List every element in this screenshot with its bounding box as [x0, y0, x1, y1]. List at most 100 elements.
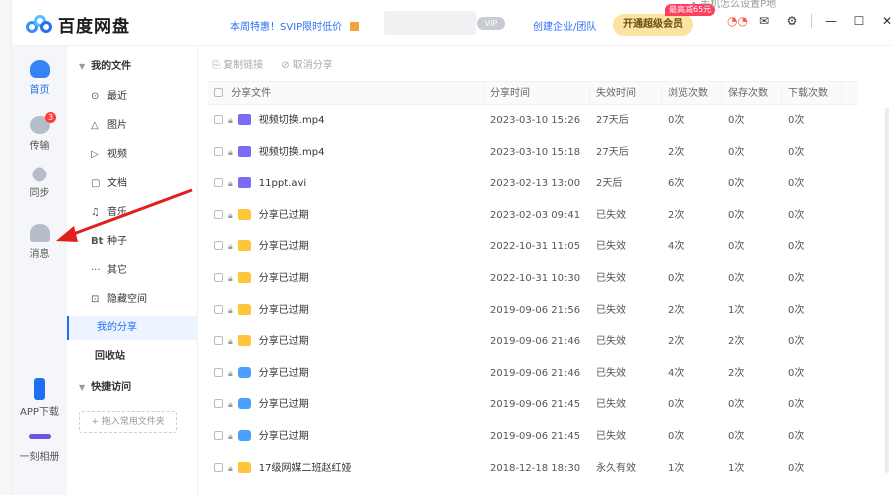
header-views[interactable]: 浏览次数: [662, 82, 722, 104]
rail-item-message[interactable]: 消息: [12, 224, 67, 260]
select-all-checkbox[interactable]: [214, 88, 223, 97]
nav-my-share[interactable]: 我的分享: [67, 316, 198, 340]
rail-item-home[interactable]: 首页: [12, 60, 67, 96]
cell-file-name[interactable]: 🔒︎ 分享已过期: [208, 295, 484, 327]
row-checkbox[interactable]: [214, 146, 223, 156]
nav-item-recent[interactable]: ⊙ 最近: [67, 85, 198, 109]
rail-item-transfer[interactable]: 3 传输: [12, 112, 67, 152]
message-icon: [29, 224, 50, 242]
maximize-icon[interactable]: ☐: [850, 14, 868, 28]
cell-file-name[interactable]: 🔒︎ 视频切换.mp4: [208, 105, 484, 137]
document-icon: ▢: [91, 178, 101, 189]
folder-file-icon: [237, 461, 251, 473]
baidu-netdisk-logo-icon: [26, 14, 52, 35]
nav-item-images[interactable]: △ 图片: [67, 114, 198, 138]
table-row[interactable]: 🔒︎ 11ppt.avi 2023-02-13 13:00 2天后 6次 0次 0次: [208, 168, 858, 200]
cell-views: 0次: [668, 399, 685, 411]
nav-item-music[interactable]: ♫ 音乐: [67, 201, 198, 225]
row-checkbox[interactable]: [214, 399, 223, 409]
row-checkbox[interactable]: [214, 115, 223, 124]
row-checkbox[interactable]: [214, 367, 223, 377]
cell-views: 0次: [668, 430, 685, 442]
row-checkbox[interactable]: [214, 336, 223, 346]
nav-item-videos[interactable]: ▷ 视频: [67, 143, 198, 167]
cell-file-name[interactable]: 🔒︎ 11ppt.avi: [208, 168, 484, 200]
cell-file-name[interactable]: 🔒︎ 分享已过期: [208, 231, 484, 263]
home-icon: [29, 60, 50, 78]
rail-item-album[interactable]: 一刻相册: [12, 434, 67, 463]
lock-icon: 🔒︎: [228, 179, 233, 190]
table-row[interactable]: 🔒︎ 分享已过期 2022-10-31 11:05 已失效 4次 0次 0次: [208, 231, 858, 263]
username-area[interactable]: [384, 11, 476, 35]
close-icon[interactable]: ✕: [878, 14, 891, 28]
table-row[interactable]: 🔒︎ 分享已过期 2019-09-06 21:45 已失效 0次 0次 0次: [208, 389, 858, 421]
create-enterprise-link[interactable]: 创建企业/团队: [533, 18, 596, 33]
file-nav-panel: ▼ 我的文件 ⊙ 最近 △ 图片 ▷ 视频 ▢ 文档 ♫ 音乐 Bt 种子 ··· 其它 ⊡ 隐藏…: [67, 46, 198, 495]
table-row[interactable]: 🔒︎ 分享已过期 2023-02-03 09:41 已失效 2次 0次 0次: [208, 200, 858, 232]
cell-share-time: 2019-09-06 21:45: [490, 399, 581, 411]
header-saves[interactable]: 保存次数: [722, 82, 782, 104]
cell-file-name[interactable]: 🔒︎ 17级网媒二班赵红娅: [208, 453, 484, 485]
copy-link-button[interactable]: ⎘ 复制链接: [212, 56, 263, 71]
cell-file-name[interactable]: 🔒︎ 视频切换.mp4: [208, 137, 484, 169]
row-checkbox[interactable]: [214, 272, 223, 282]
table-row[interactable]: 🔒︎ 分享已过期 2019-09-06 21:56 已失效 2次 1次 0次: [208, 295, 858, 327]
cancel-share-button[interactable]: ⊘ 取消分享: [281, 56, 333, 71]
table-row[interactable]: 🔒︎ 分享已过期 2019-09-06 21:46 已失效 4次 2次 0次: [208, 358, 858, 390]
caret-down-icon: ▼: [79, 383, 86, 392]
header-share-time[interactable]: 分享时间: [484, 82, 590, 104]
table-row[interactable]: 🔒︎ 17级网媒二班赵红娅 2018-12-18 18:30 永久有效 1次 1次 0次: [208, 453, 858, 485]
table-row[interactable]: 🔒︎ 分享已过期 2022-10-31 10:30 已失效 0次 0次 0次: [208, 263, 858, 295]
row-checkbox[interactable]: [214, 304, 223, 314]
cell-share-time: 2019-09-06 21:46: [490, 336, 581, 348]
cell-share-time: 2022-10-31 11:05: [490, 241, 581, 253]
cell-expire: 已失效: [596, 336, 626, 348]
header-expire-time[interactable]: 失效时间: [590, 82, 662, 104]
image-icon: △: [91, 120, 99, 131]
mail-icon[interactable]: ✉: [755, 14, 773, 28]
header-file-name[interactable]: 分享文件: [208, 82, 484, 104]
game-icon[interactable]: ◔◔: [727, 14, 748, 28]
cell-saves: 0次: [728, 115, 745, 126]
share-toolbar: ⎘ 复制链接 ⊘ 取消分享: [212, 56, 333, 71]
sync-icon: [30, 165, 49, 184]
add-quick-folder-dropzone[interactable]: + 拖入常用文件夹: [79, 411, 177, 433]
nav-item-hidden-space[interactable]: ⊡ 隐藏空间: [67, 288, 198, 312]
table-row[interactable]: 🔒︎ 分享已过期 2019-09-06 21:46 已失效 2次 2次 0次: [208, 326, 858, 358]
table-body: 🔒︎ 视频切换.mp4 2023-03-10 15:26 27天后 0次 0次 0次 🔒︎ 视频…: [208, 105, 858, 484]
table-row[interactable]: 🔒︎ 视频切换.mp4 2023-03-10 15:18 27天后 2次 0次 0次: [208, 137, 858, 169]
hidden-space-icon: ⊡: [91, 294, 100, 305]
cell-file-name[interactable]: 🔒︎ 分享已过期: [208, 263, 484, 295]
nav-quick-access[interactable]: ▼ 快捷访问: [67, 376, 198, 400]
cell-downloads: 0次: [788, 304, 805, 316]
cell-file-name[interactable]: 🔒︎ 分享已过期: [208, 200, 484, 232]
folder-file-icon: [237, 240, 251, 252]
row-checkbox[interactable]: [214, 178, 223, 188]
cell-views: 4次: [668, 241, 685, 253]
rail-item-app-download[interactable]: APP下载: [12, 378, 67, 418]
header-downloads[interactable]: 下载次数: [782, 82, 842, 104]
cell-file-name[interactable]: 🔒︎ 分享已过期: [208, 389, 484, 421]
torrent-icon: Bt: [91, 236, 104, 247]
nav-item-docs[interactable]: ▢ 文档: [67, 172, 198, 196]
row-checkbox[interactable]: [214, 241, 223, 251]
table-row[interactable]: 🔒︎ 分享已过期 2019-09-06 21:45 已失效 0次 0次 0次: [208, 421, 858, 453]
nav-item-torrents[interactable]: Bt 种子: [67, 230, 198, 254]
nav-my-files[interactable]: ▼ 我的文件: [67, 55, 198, 79]
table-row[interactable]: 🔒︎ 视频切换.mp4 2023-03-10 15:26 27天后 0次 0次 0次: [208, 105, 858, 137]
cell-file-name[interactable]: 🔒︎ 分享已过期: [208, 326, 484, 358]
settings-icon[interactable]: ⚙: [783, 14, 801, 28]
row-checkbox[interactable]: [214, 209, 223, 219]
row-checkbox[interactable]: [214, 462, 223, 472]
cell-file-name[interactable]: 🔒︎ 分享已过期: [208, 358, 484, 390]
minimize-icon[interactable]: —: [822, 14, 840, 28]
row-checkbox[interactable]: [214, 430, 223, 440]
nav-recycle-bin[interactable]: 回收站: [67, 345, 198, 369]
vertical-scrollbar[interactable]: [885, 108, 889, 473]
rail-item-sync[interactable]: 同步: [12, 165, 67, 199]
gift-icon: [350, 22, 360, 31]
cell-file-name[interactable]: 🔒︎ 分享已过期: [208, 421, 484, 453]
nav-item-other[interactable]: ··· 其它: [67, 259, 198, 283]
open-super-vip-button[interactable]: 开通超级会员: [613, 14, 693, 36]
promo-link[interactable]: 本周特惠！SVIP限时低价: [230, 18, 360, 33]
